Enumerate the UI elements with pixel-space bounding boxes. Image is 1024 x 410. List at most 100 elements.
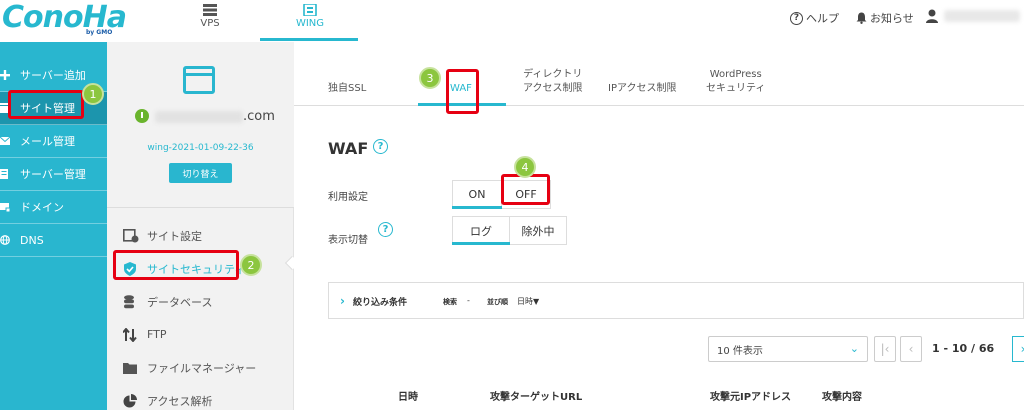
pie-chart-icon (123, 393, 137, 407)
log-tab-button[interactable]: ログ (452, 216, 510, 245)
sidebar-item-server[interactable]: サーバー管理 (0, 158, 107, 191)
menu-label: データベース (147, 295, 213, 309)
chevron-right-icon: › (340, 294, 345, 308)
first-page-icon: |‹ (880, 342, 890, 356)
tab-label: WordPress (709, 69, 762, 80)
mail-icon (0, 136, 10, 145)
domain-icon (0, 203, 10, 212)
chevron-down-icon: ⌄ (849, 342, 859, 355)
notice-link[interactable]: お知らせ (856, 10, 914, 26)
tab-label: ディレクトリ (523, 69, 583, 80)
highlight-waf-tab (446, 69, 479, 114)
site-settings-icon (123, 228, 139, 242)
help-label: ヘルプ (806, 12, 839, 25)
per-page-value: 10 件表示 (717, 345, 763, 357)
tab-label: 独自SSL (328, 83, 367, 94)
filter-bar[interactable]: › 絞り込み条件 検索 - 並び順 日時▼ (328, 282, 1024, 319)
globe-icon (0, 235, 10, 245)
step-badge-4: 4 (514, 156, 536, 178)
menu-site-settings[interactable]: サイト設定 (107, 219, 294, 252)
highlight-off-button (501, 174, 550, 205)
tab-label: IPアクセス制限 (608, 83, 677, 94)
user-name-redacted[interactable] (944, 10, 1020, 22)
excluded-tab-button[interactable]: 除外中 (509, 216, 567, 245)
help-link[interactable]: ? ヘルプ (790, 10, 839, 26)
col-header-datetime: 日時 (398, 392, 418, 403)
help-icon: ? (790, 11, 803, 25)
domain-suffix: .com (243, 109, 275, 124)
sidebar-item-label: サーバー管理 (20, 168, 86, 181)
database-icon (124, 294, 134, 308)
col-header-target-url: 攻撃ターゲットURL (490, 392, 583, 403)
tab-directory-access[interactable]: ディレクトリ アクセス制限 (523, 68, 583, 96)
sidebar-item-label: メール管理 (20, 135, 75, 148)
tab-wordpress-security[interactable]: WordPress セキュリティ (706, 68, 765, 96)
tab-label: アクセス制限 (523, 83, 583, 94)
user-icon[interactable] (926, 9, 938, 23)
on-selected-indicator (452, 206, 502, 209)
server-icon (0, 169, 8, 179)
power-icon (135, 109, 149, 123)
nav-vps[interactable]: VPS (190, 0, 230, 42)
tab-ssl[interactable]: 独自SSL (328, 82, 366, 96)
top-header: ConoHa by GMO VPS WING ? ヘルプ お知らせ (0, 0, 1024, 42)
filter-title: 絞り込み条件 (353, 298, 408, 308)
menu-label: ファイルマネージャー (147, 361, 257, 375)
notice-label: お知らせ (870, 12, 914, 25)
first-page-button[interactable]: |‹ (874, 336, 896, 362)
menu-label: サイト設定 (147, 229, 202, 243)
per-page-select[interactable]: 10 件表示 ⌄ (708, 336, 868, 362)
sidebar-item-label: ドメイン (20, 201, 64, 214)
switch-button[interactable]: 切り替え (169, 163, 232, 183)
setting-label: 利用設定 (328, 192, 368, 203)
col-header-attack-type: 攻撃内容 (822, 392, 862, 403)
sidebar-item-label: サーバー追加 (20, 69, 86, 82)
sidebar-item-domain[interactable]: ドメイン (0, 191, 107, 224)
security-tabs: 独自SSL WAF ディレクトリ アクセス制限 IPアクセス制限 WordPre… (294, 42, 1024, 106)
search-label: 検索 (443, 298, 457, 306)
site-summary: .com wing-2021-01-09-22-36 切り替え (107, 42, 294, 208)
menu-access-analytics[interactable]: アクセス解析 (107, 384, 294, 410)
menu-label: アクセス解析 (147, 394, 213, 408)
sort-value: 日時▼ (517, 297, 540, 306)
tab-label: セキュリティ (706, 83, 766, 94)
highlight-site-management (8, 90, 84, 119)
sort-label: 並び順 (487, 298, 508, 306)
nav-vps-label: VPS (200, 18, 220, 29)
domain-name-redacted (155, 111, 243, 123)
highlight-site-security (113, 250, 239, 280)
next-page-button[interactable]: › (1012, 336, 1024, 362)
plus-icon (0, 70, 10, 80)
chevron-left-icon: ‹ (908, 342, 914, 356)
nav-wing-label: WING (295, 18, 325, 29)
tab-ip-access[interactable]: IPアクセス制限 (608, 82, 676, 96)
step-badge-2: 2 (240, 254, 262, 276)
waf-on-button[interactable]: ON (452, 180, 502, 209)
log-selected-indicator (452, 242, 510, 245)
menu-database[interactable]: データベース (107, 285, 294, 318)
menu-file-manager[interactable]: ファイルマネージャー (107, 351, 294, 384)
menu-label: FTP (147, 328, 167, 341)
sidebar-item-label: DNS (20, 233, 44, 247)
server-name: wing-2021-01-09-22-36 (147, 143, 254, 153)
step-badge-1: 1 (82, 83, 104, 105)
page-range: 1 - 10 / 66 (932, 342, 995, 355)
transfer-arrows-icon (123, 327, 137, 342)
sidebar-item-dns[interactable]: DNS (0, 224, 107, 257)
main-content: 独自SSL WAF ディレクトリ アクセス制限 IPアクセス制限 WordPre… (294, 42, 1024, 410)
help-icon[interactable]: ? (373, 139, 388, 154)
nav-active-indicator (260, 38, 358, 41)
folder-icon (123, 362, 137, 374)
menu-ftp[interactable]: FTP (107, 318, 294, 351)
col-header-source-ip: 攻撃元IPアドレス (710, 392, 792, 403)
nav-wing[interactable]: WING (262, 0, 358, 42)
bell-icon (856, 12, 867, 24)
page-title: WAF (328, 139, 369, 158)
prev-page-button[interactable]: ‹ (900, 336, 922, 362)
site-panel: .com wing-2021-01-09-22-36 切り替え サイト設定 サイ… (107, 42, 294, 410)
wing-icon (303, 4, 317, 16)
step-badge-3: 3 (419, 67, 441, 89)
search-value: - (467, 296, 470, 305)
sidebar-item-mail[interactable]: メール管理 (0, 125, 107, 158)
help-icon[interactable]: ? (378, 222, 393, 237)
